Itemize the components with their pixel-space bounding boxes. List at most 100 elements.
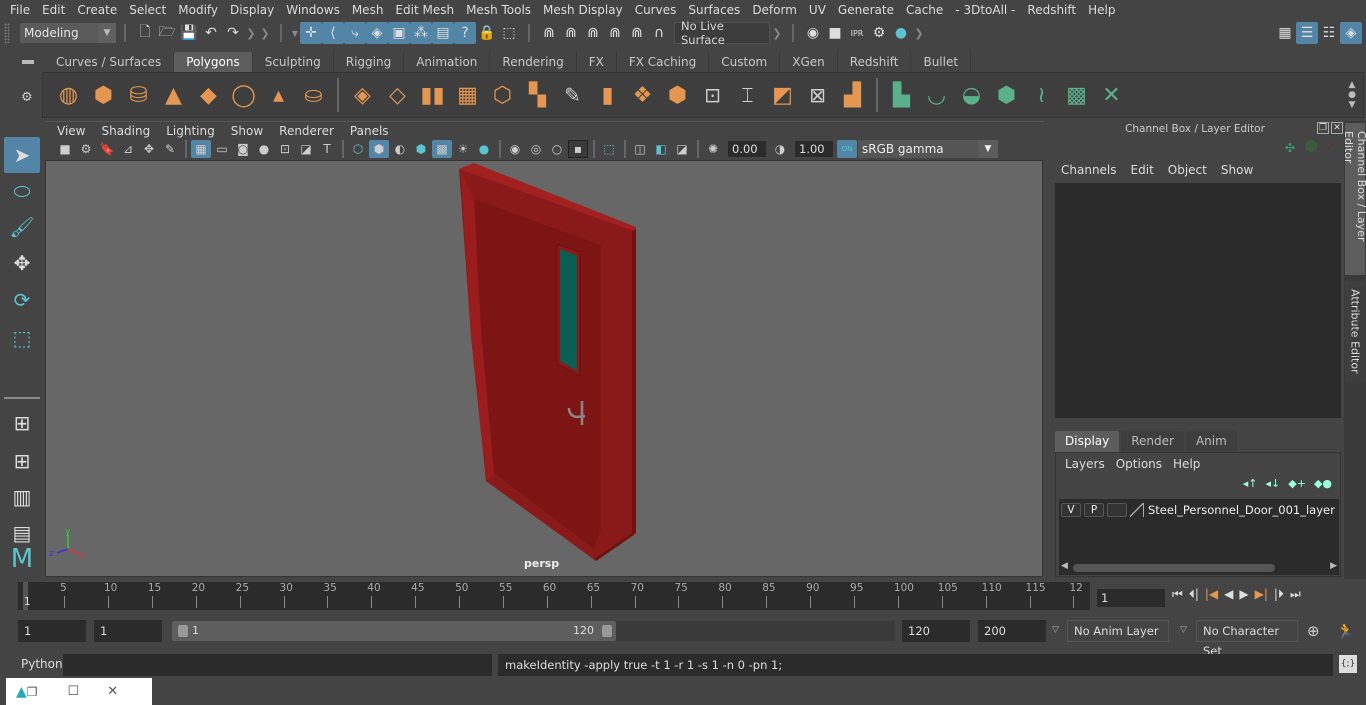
menu-display[interactable]: Display xyxy=(224,3,280,17)
shelf-tab-animation[interactable]: Animation xyxy=(404,52,491,72)
mode-selector[interactable]: Modeling ▼ xyxy=(20,23,116,43)
auto-key-icon[interactable]: ⊕ xyxy=(1307,622,1320,640)
select-edges-icon[interactable]: ▣ xyxy=(388,22,410,44)
perspective-viewport[interactable]: y x z persp xyxy=(45,160,1043,577)
camera-attributes-icon[interactable]: ⚙ xyxy=(76,140,96,158)
shelf-tab-sculpting[interactable]: Sculpting xyxy=(252,52,334,72)
motion-blur-icon[interactable]: ◎ xyxy=(526,140,546,158)
chevron-down-icon[interactable]: ▽ xyxy=(1052,625,1059,635)
uv-editor-icon[interactable]: ▩ xyxy=(1059,78,1094,113)
layer-menu-layers[interactable]: Layers xyxy=(1062,457,1113,471)
modeling-toolkit-icon[interactable]: ▦ xyxy=(1274,22,1296,44)
channel-menu-channels[interactable]: Channels xyxy=(1055,163,1125,177)
menu-modify[interactable]: Modify xyxy=(172,3,224,17)
playback-start-field[interactable]: 1 xyxy=(94,620,162,642)
poly-torus-icon[interactable]: ◯ xyxy=(226,78,261,113)
menu-edit[interactable]: Edit xyxy=(36,3,71,17)
gamma-icon[interactable]: ◑ xyxy=(770,140,790,158)
layer-menu-help[interactable]: Help xyxy=(1170,457,1208,471)
shadows-icon[interactable]: ● xyxy=(474,140,494,158)
extract-icon[interactable]: ▚ xyxy=(520,78,555,113)
shelf-tab-rigging[interactable]: Rigging xyxy=(333,52,405,72)
layer-color-swatch[interactable] xyxy=(1130,503,1144,517)
manipulator-icon[interactable]: ✣ xyxy=(1285,141,1295,155)
merge-icon[interactable]: ⌶ xyxy=(730,78,765,113)
wireframe-on-shaded-icon[interactable]: ⬢ xyxy=(411,140,431,158)
shelf-tab-fx[interactable]: FX xyxy=(576,52,617,72)
four-view-layout-icon[interactable]: ⊞ xyxy=(4,443,40,479)
xray-joints-icon[interactable]: ◧ xyxy=(651,140,671,158)
scroll-down-icon[interactable]: ▼ xyxy=(1349,100,1356,110)
wireframe-icon[interactable]: ⬡ xyxy=(348,140,368,158)
safe-title-icon[interactable]: T xyxy=(317,140,337,158)
live-surface-field[interactable]: No Live Surface xyxy=(674,19,770,47)
poly-cube-icon[interactable]: ⬢ xyxy=(86,78,121,113)
attribute-editor-icon[interactable]: ☰ xyxy=(1296,22,1318,44)
planar-map-icon[interactable]: ▙ xyxy=(884,78,919,113)
shelf-tab-polygons[interactable]: Polygons xyxy=(174,52,253,72)
undo-icon[interactable]: ↶ xyxy=(200,22,222,44)
chevron-down-icon[interactable]: ▼ xyxy=(290,22,300,44)
layer-visibility-toggle[interactable]: V xyxy=(1061,503,1081,517)
speed-icon[interactable] xyxy=(1305,140,1317,152)
channel-menu-edit[interactable]: Edit xyxy=(1125,163,1162,177)
character-set-dropdown[interactable]: No Character Set xyxy=(1196,620,1298,658)
time-slider[interactable]: 1 5 10 15 20 25 30 35 40 45 50 55 60 65 70 75 80 85 90 95 1… xyxy=(18,582,1090,610)
step-forward-key-icon[interactable]: ▶| xyxy=(1255,587,1268,602)
redo-icon[interactable]: ↷ xyxy=(222,22,244,44)
door-model[interactable] xyxy=(459,163,636,561)
menu-mesh-display[interactable]: Mesh Display xyxy=(537,3,629,17)
scene-canvas[interactable]: y x z xyxy=(46,161,1043,577)
poly-pipe-icon[interactable]: ⛀ xyxy=(296,78,331,113)
snap-view-plane-icon[interactable]: ⋒ xyxy=(604,22,626,44)
use-lights-icon[interactable]: ☀ xyxy=(453,140,473,158)
boolean-icon[interactable]: ⬡ xyxy=(485,78,520,113)
viewport-menu-panels[interactable]: Panels xyxy=(342,124,397,138)
new-scene-icon[interactable]: 🗋 xyxy=(134,22,156,44)
snap-projected-center-icon[interactable]: ⋒ xyxy=(626,22,648,44)
lasso-tool-icon[interactable]: ⬭ xyxy=(4,173,40,209)
render-current-icon[interactable]: ■ xyxy=(824,22,846,44)
grease-pencil-icon[interactable]: ✎ xyxy=(160,140,180,158)
automatic-map-icon[interactable]: ⬢ xyxy=(989,78,1024,113)
menu-curves[interactable]: Curves xyxy=(629,3,683,17)
script-editor-icon[interactable]: {;} xyxy=(1339,655,1357,673)
help-icon[interactable]: ? xyxy=(454,22,476,44)
single-perspective-layout-icon[interactable]: ⊞ xyxy=(4,405,40,441)
chevron-down-icon[interactable]: ▽ xyxy=(1180,625,1187,635)
shelf-tab-custom[interactable]: Custom xyxy=(709,52,781,72)
shelf-options-icon[interactable]: ● xyxy=(1348,90,1356,100)
range-start-handle[interactable] xyxy=(178,625,188,637)
move-layer-down-icon[interactable]: ◂↓ xyxy=(1266,477,1281,490)
step-back-key-icon[interactable]: |◀ xyxy=(1205,587,1218,602)
exposure-icon[interactable]: ✺ xyxy=(703,140,723,158)
menu-generate[interactable]: Generate xyxy=(832,3,900,17)
range-slider[interactable]: 1 120 xyxy=(172,621,616,641)
collapse-arrow-icon[interactable]: ❯ xyxy=(912,22,926,44)
command-input[interactable] xyxy=(63,654,492,676)
shelf-menu-icon[interactable] xyxy=(22,60,34,64)
film-gate-icon[interactable]: ▭ xyxy=(212,140,232,158)
smooth-shade-icon[interactable]: ⬢ xyxy=(369,140,389,158)
two-d-pan-zoom-icon[interactable]: ✥ xyxy=(139,140,159,158)
viewport-menu-show[interactable]: Show xyxy=(223,124,271,138)
channel-box-area[interactable] xyxy=(1055,183,1341,418)
menu-3dtoall[interactable]: - 3DtoAll - xyxy=(949,3,1021,17)
menu-deform[interactable]: Deform xyxy=(746,3,803,17)
viewport-menu-lighting[interactable]: Lighting xyxy=(158,124,223,138)
menu-mesh[interactable]: Mesh xyxy=(346,3,390,17)
gamma-field[interactable]: 1.00 xyxy=(795,141,833,157)
insert-edge-loop-icon[interactable]: ◩ xyxy=(765,78,800,113)
select-component-icon[interactable]: ⤷ xyxy=(344,22,366,44)
select-object-icon[interactable]: ⟨ xyxy=(322,22,344,44)
poly-cone-icon[interactable]: ▲ xyxy=(156,78,191,113)
channel-menu-object[interactable]: Object xyxy=(1162,163,1215,177)
camera-icon[interactable]: ■ xyxy=(55,140,75,158)
layer-name[interactable]: Steel_Personnel_Door_001_layer xyxy=(1148,503,1335,517)
default-material-icon[interactable]: ◐ xyxy=(390,140,410,158)
select-by-region-icon[interactable]: ⬚ xyxy=(498,22,520,44)
scroll-up-icon[interactable]: ▲ xyxy=(1349,80,1356,90)
move-layer-up-icon[interactable]: ◂↑ xyxy=(1243,477,1258,490)
new-layer-icon[interactable]: ◆+ xyxy=(1288,477,1306,490)
move-tool-icon[interactable]: ✥ xyxy=(4,245,40,281)
